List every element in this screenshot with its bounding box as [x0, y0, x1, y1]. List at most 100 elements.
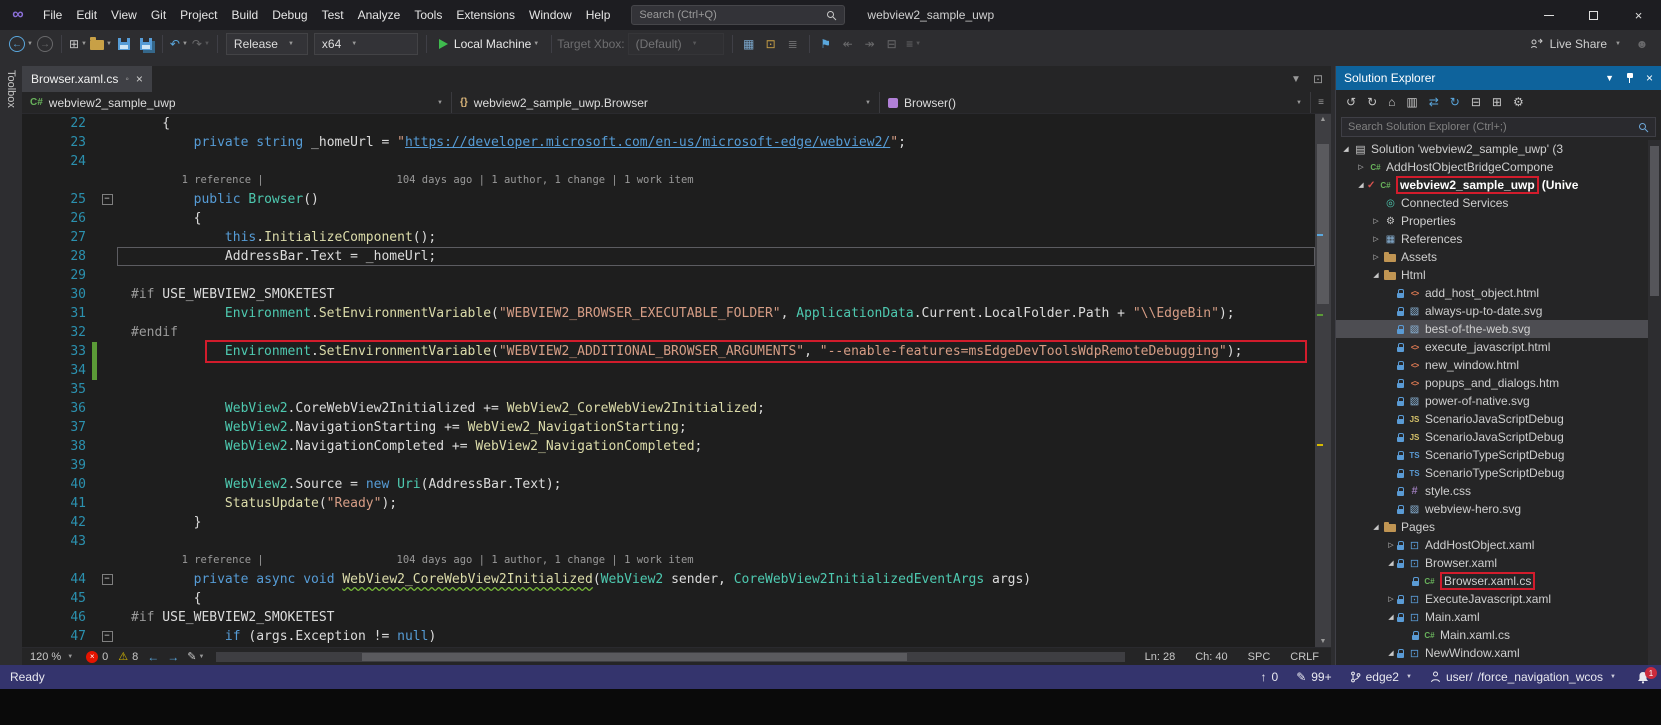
- codelens-row[interactable]: 1 reference | 104 days ago | 1 author, 1…: [22, 171, 1315, 190]
- line-text[interactable]: {: [117, 114, 1315, 133]
- line-number[interactable]: 43: [22, 532, 92, 551]
- line-text[interactable]: this.InitializeComponent();: [117, 228, 1315, 247]
- tree-item-best-of-the-web-svg[interactable]: best-of-the-web.svg: [1336, 320, 1661, 338]
- line-text[interactable]: #if USE_WEBVIEW2_SMOKETEST: [117, 285, 1315, 304]
- menu-git[interactable]: Git: [144, 4, 173, 26]
- line-text[interactable]: #endif: [117, 323, 1315, 342]
- document-outline-icon[interactable]: ≣: [783, 33, 803, 55]
- tree-item-execute-javascript-html[interactable]: execute_javascript.html: [1336, 338, 1661, 356]
- start-debugging-button[interactable]: Local Machine ▼: [432, 33, 546, 55]
- menu-build[interactable]: Build: [225, 4, 266, 26]
- notifications-bell[interactable]: 1: [1625, 665, 1661, 689]
- warning-indicator[interactable]: ⚠ 8: [113, 650, 143, 664]
- menu-test[interactable]: Test: [315, 4, 351, 26]
- expand-icon[interactable]: ▷: [1370, 217, 1382, 225]
- type-dropdown[interactable]: {} webview2_sample_uwp.Browser ▼: [452, 92, 880, 113]
- collapse-icon[interactable]: ◢: [1355, 181, 1367, 189]
- open-folder-button[interactable]: ▼: [89, 33, 112, 55]
- line-text[interactable]: WebView2.CoreWebView2Initialized += WebV…: [117, 399, 1315, 418]
- code-line[interactable]: 35: [22, 380, 1315, 399]
- tree-item-assets[interactable]: ▷ Assets: [1336, 248, 1661, 266]
- line-indicator[interactable]: Ln: 28: [1145, 651, 1176, 663]
- expand-icon[interactable]: ▷: [1385, 595, 1397, 603]
- target-device-dropdown[interactable]: (Default) ▼: [627, 33, 724, 55]
- tree-item-webview2-sample-uwp[interactable]: ◢✓ webview2_sample_uwp(Unive: [1336, 176, 1661, 194]
- vertical-scrollbar[interactable]: ▲ ▼: [1315, 114, 1331, 647]
- tree-item-scenariojavascriptdebug[interactable]: ScenarioJavaScriptDebug: [1336, 428, 1661, 446]
- menu-view[interactable]: View: [104, 4, 144, 26]
- tree-item-browser-xaml[interactable]: ◢ Browser.xaml: [1336, 554, 1661, 572]
- show-all-files-icon[interactable]: ⊞: [1492, 95, 1502, 109]
- previous-bookmark-icon[interactable]: ↞: [838, 33, 858, 55]
- menu-extensions[interactable]: Extensions: [449, 4, 522, 26]
- expand-icon[interactable]: ▷: [1355, 163, 1367, 171]
- line-text[interactable]: Environment.SetEnvironmentVariable("WEBV…: [117, 340, 1315, 363]
- current-line[interactable]: AddressBar.Text = _homeUrl;: [117, 247, 1315, 266]
- zoom-dropdown[interactable]: 120 % ▼: [22, 651, 81, 663]
- code-editor[interactable]: 22 {23 private string _homeUrl = "https:…: [22, 114, 1315, 647]
- expand-icon[interactable]: ▷: [1370, 235, 1382, 243]
- line-text[interactable]: Environment.SetEnvironmentVariable("WEBV…: [117, 304, 1315, 323]
- line-number[interactable]: 39: [22, 456, 92, 475]
- code-line[interactable]: 39: [22, 456, 1315, 475]
- code-line[interactable]: 31 Environment.SetEnvironmentVariable("W…: [22, 304, 1315, 323]
- line-number[interactable]: 46: [22, 608, 92, 627]
- code-line[interactable]: 27 this.InitializeComponent();: [22, 228, 1315, 247]
- member-dropdown[interactable]: Browser() ▼: [880, 92, 1311, 113]
- live-share-button[interactable]: Live Share ▼: [1520, 37, 1631, 51]
- sync-with-active-document-icon[interactable]: ⇄: [1429, 95, 1439, 109]
- scroll-down-icon[interactable]: ▼: [1315, 638, 1331, 645]
- line-text[interactable]: private async void WebView2_CoreWebView2…: [117, 570, 1315, 589]
- tree-item-main-xaml[interactable]: ◢ Main.xaml: [1336, 608, 1661, 626]
- branch-button[interactable]: user/ /force_navigation_wcos ▼: [1421, 665, 1625, 689]
- line-text[interactable]: #if USE_WEBVIEW2_SMOKETEST: [117, 608, 1315, 627]
- line-text[interactable]: [117, 380, 1315, 399]
- code-line[interactable]: 34: [22, 361, 1315, 380]
- quick-search-box[interactable]: [631, 5, 846, 25]
- solution-explorer-header[interactable]: Solution Explorer ▼ ×: [1336, 66, 1661, 90]
- line-text[interactable]: private string _homeUrl = "https://devel…: [117, 133, 1315, 152]
- column-indicator[interactable]: Ch: 40: [1195, 651, 1227, 663]
- pin-icon[interactable]: [1624, 72, 1636, 84]
- code-line[interactable]: 44− private async void WebView2_CoreWebV…: [22, 570, 1315, 589]
- project-dropdown[interactable]: C# webview2_sample_uwp ▼: [22, 92, 452, 113]
- line-number[interactable]: 35: [22, 380, 92, 399]
- code-line[interactable]: 40 WebView2.Source = new Uri(AddressBar.…: [22, 475, 1315, 494]
- pin-icon[interactable]: ◦: [125, 74, 129, 85]
- collapse-icon[interactable]: ◢: [1370, 523, 1382, 531]
- eol-indicator[interactable]: CRLF: [1290, 651, 1319, 663]
- line-text[interactable]: WebView2.NavigationStarting += WebView2_…: [117, 418, 1315, 437]
- line-text[interactable]: [117, 152, 1315, 171]
- tree-item-references[interactable]: ▷ References: [1336, 230, 1661, 248]
- line-number[interactable]: 24: [22, 152, 92, 171]
- error-indicator[interactable]: × 0: [81, 650, 113, 663]
- maximize-button[interactable]: [1571, 0, 1616, 30]
- tree-item-properties[interactable]: ▷ Properties: [1336, 212, 1661, 230]
- collapse-icon[interactable]: ◢: [1370, 271, 1382, 279]
- codelens-row[interactable]: 1 reference | 104 days ago | 1 author, 1…: [22, 551, 1315, 570]
- code-line[interactable]: 47− if (args.Exception != null): [22, 627, 1315, 646]
- tree-item-power-of-native-svg[interactable]: power-of-native.svg: [1336, 392, 1661, 410]
- outgoing-commits-button[interactable]: ↑ 0: [1252, 665, 1288, 689]
- navigate-backward-button[interactable]: ← ▼: [9, 33, 33, 55]
- live-visual-tree-icon[interactable]: ⊡: [761, 33, 781, 55]
- scroll-up-icon[interactable]: ▲: [1315, 116, 1331, 123]
- line-text[interactable]: {: [117, 209, 1315, 228]
- line-number[interactable]: 33: [22, 342, 92, 361]
- tree-item-pages[interactable]: ◢ Pages: [1336, 518, 1661, 536]
- tree-item-newwindow-xaml[interactable]: ◢ NewWindow.xaml: [1336, 644, 1661, 662]
- tree-item-main-xaml-cs[interactable]: Main.xaml.cs: [1336, 626, 1661, 644]
- code-line[interactable]: 26 {: [22, 209, 1315, 228]
- menu-window[interactable]: Window: [522, 4, 579, 26]
- toolbox-tab[interactable]: Toolbox: [0, 66, 22, 665]
- menu-tools[interactable]: Tools: [407, 4, 449, 26]
- fold-collapse-icon[interactable]: −: [101, 194, 113, 205]
- tree-item-executejavascript-xaml[interactable]: ▷ ExecuteJavascript.xaml: [1336, 590, 1661, 608]
- menu-edit[interactable]: Edit: [69, 4, 104, 26]
- toolbar-options-button[interactable]: ≡ ▼: [904, 33, 924, 55]
- line-number[interactable]: 25: [22, 190, 92, 209]
- split-window-icon[interactable]: ≡: [1311, 92, 1331, 113]
- code-line[interactable]: 41 StatusUpdate("Ready");: [22, 494, 1315, 513]
- save-button[interactable]: [114, 33, 134, 55]
- tab-browser-xaml-cs[interactable]: Browser.xaml.cs ◦ ×: [22, 66, 152, 92]
